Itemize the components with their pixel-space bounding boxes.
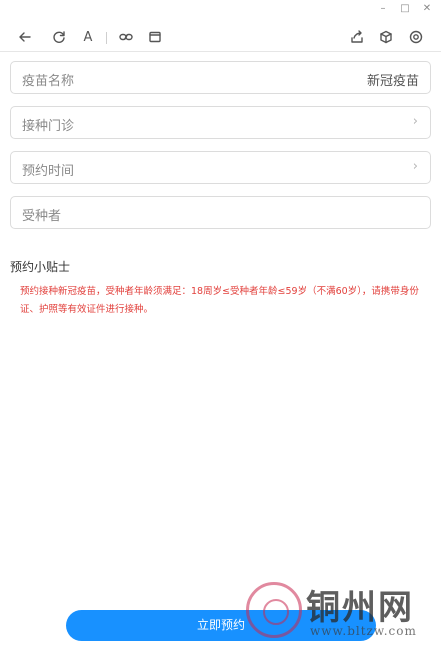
recipient-field[interactable]: 受种者 bbox=[10, 196, 431, 229]
cube-icon[interactable] bbox=[378, 29, 394, 45]
chevron-right-icon: › bbox=[412, 114, 418, 129]
toolbar: A bbox=[0, 24, 441, 52]
font-icon[interactable]: A bbox=[80, 29, 96, 45]
vaccine-name-field[interactable]: 疫苗名称 新冠疫苗 bbox=[10, 61, 431, 94]
watermark: 铜州网 www.bltzw.com bbox=[246, 580, 441, 647]
watermark-url: www.bltzw.com bbox=[310, 624, 417, 638]
vaccine-name-label: 疫苗名称 bbox=[22, 74, 75, 89]
clinic-label: 接种门诊 bbox=[22, 119, 75, 134]
close-button[interactable]: ✕ bbox=[420, 2, 434, 16]
back-icon[interactable] bbox=[17, 29, 33, 45]
link-icon[interactable] bbox=[118, 29, 134, 45]
clinic-select[interactable]: 接种门诊 › bbox=[10, 106, 431, 139]
window-icon[interactable] bbox=[147, 29, 163, 45]
refresh-icon[interactable] bbox=[51, 29, 67, 45]
settings-icon[interactable] bbox=[408, 29, 424, 45]
appointment-time-label: 预约时间 bbox=[22, 164, 75, 179]
maximize-button[interactable]: □ bbox=[398, 2, 412, 16]
seal-logo bbox=[246, 582, 302, 638]
chevron-right-icon: › bbox=[412, 159, 418, 174]
tips-body: 预约接种新冠疫苗，受种者年龄须满足：18周岁≤受种者年龄≤59岁（不满60岁），… bbox=[20, 286, 419, 315]
vaccine-name-value: 新冠疫苗 bbox=[366, 74, 419, 89]
toolbar-divider bbox=[106, 32, 107, 44]
tips-title: 预约小贴士 bbox=[10, 260, 71, 274]
appointment-time-select[interactable]: 预约时间 › bbox=[10, 151, 431, 184]
watermark-text: 铜州网 bbox=[306, 588, 414, 628]
minimize-button[interactable]: – bbox=[376, 2, 390, 16]
window-titlebar: – □ ✕ bbox=[0, 0, 441, 18]
recipient-label: 受种者 bbox=[22, 209, 62, 224]
share-icon[interactable] bbox=[349, 29, 365, 45]
